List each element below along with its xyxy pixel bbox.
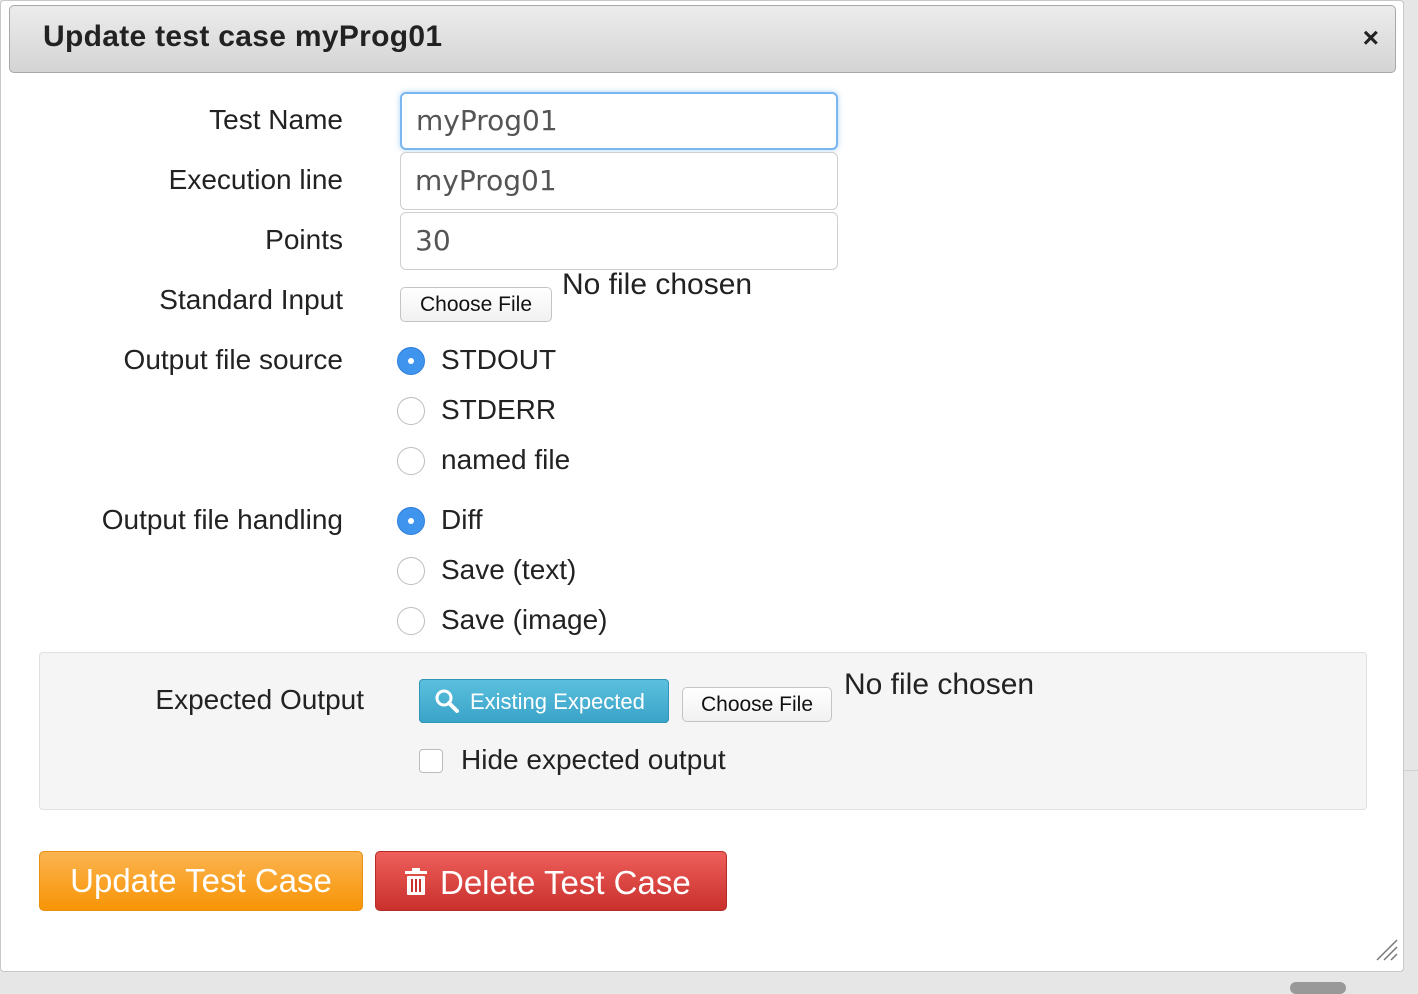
radio-save-text[interactable]: [397, 557, 425, 585]
radio-diff[interactable]: [397, 507, 425, 535]
background-scrollbar[interactable]: [1290, 982, 1346, 994]
close-icon[interactable]: ×: [1363, 24, 1379, 52]
trash-icon: [404, 866, 428, 904]
standard-input-choose-file-button[interactable]: Choose File: [400, 287, 552, 322]
background-divider: [1404, 770, 1418, 771]
existing-expected-label: Existing Expected: [470, 689, 645, 714]
radio-stdout[interactable]: [397, 347, 425, 375]
points-label: Points: [265, 224, 343, 255]
radio-save-text-label[interactable]: Save (text): [441, 554, 576, 586]
radio-save-image-label[interactable]: Save (image): [441, 604, 608, 636]
radio-stderr-label[interactable]: STDERR: [441, 394, 556, 426]
output-file-source-label: Output file source: [123, 344, 343, 375]
output-file-handling-label: Output file handling: [101, 504, 343, 535]
delete-test-case-button[interactable]: Delete Test Case: [375, 851, 727, 911]
radio-diff-label[interactable]: Diff: [441, 504, 483, 536]
test-name-label: Test Name: [209, 104, 343, 135]
test-name-input[interactable]: myProg01: [400, 92, 838, 150]
dialog-title: Update test case myProg01: [43, 20, 443, 53]
standard-input-label: Standard Input: [159, 284, 343, 315]
dialog-titlebar[interactable]: Update test case myProg01 ×: [9, 5, 1396, 73]
delete-test-case-label: Delete Test Case: [440, 864, 691, 901]
expected-output-file-status: No file chosen: [844, 668, 1035, 701]
hide-expected-output-checkbox[interactable]: [419, 749, 443, 773]
points-input[interactable]: 30: [400, 212, 838, 270]
search-icon: [434, 688, 460, 720]
existing-expected-button[interactable]: Existing Expected: [419, 679, 669, 723]
expected-output-panel: [39, 652, 1367, 810]
hide-expected-output-label[interactable]: Hide expected output: [461, 744, 726, 776]
execution-line-label: Execution line: [168, 164, 343, 195]
radio-stdout-label[interactable]: STDOUT: [441, 344, 556, 376]
expected-output-choose-file-button[interactable]: Choose File: [682, 687, 832, 722]
radio-stderr[interactable]: [397, 397, 425, 425]
update-test-case-dialog: Update test case myProg01 × Test Name my…: [0, 0, 1404, 972]
radio-named-file-label[interactable]: named file: [441, 444, 570, 476]
radio-named-file[interactable]: [397, 447, 425, 475]
update-test-case-button[interactable]: Update Test Case: [39, 851, 363, 911]
execution-line-input[interactable]: myProg01: [400, 152, 838, 210]
resize-grip-icon[interactable]: [1373, 936, 1399, 967]
standard-input-file-status: No file chosen: [562, 268, 753, 301]
radio-save-image[interactable]: [397, 607, 425, 635]
expected-output-label: Expected Output: [155, 684, 364, 715]
